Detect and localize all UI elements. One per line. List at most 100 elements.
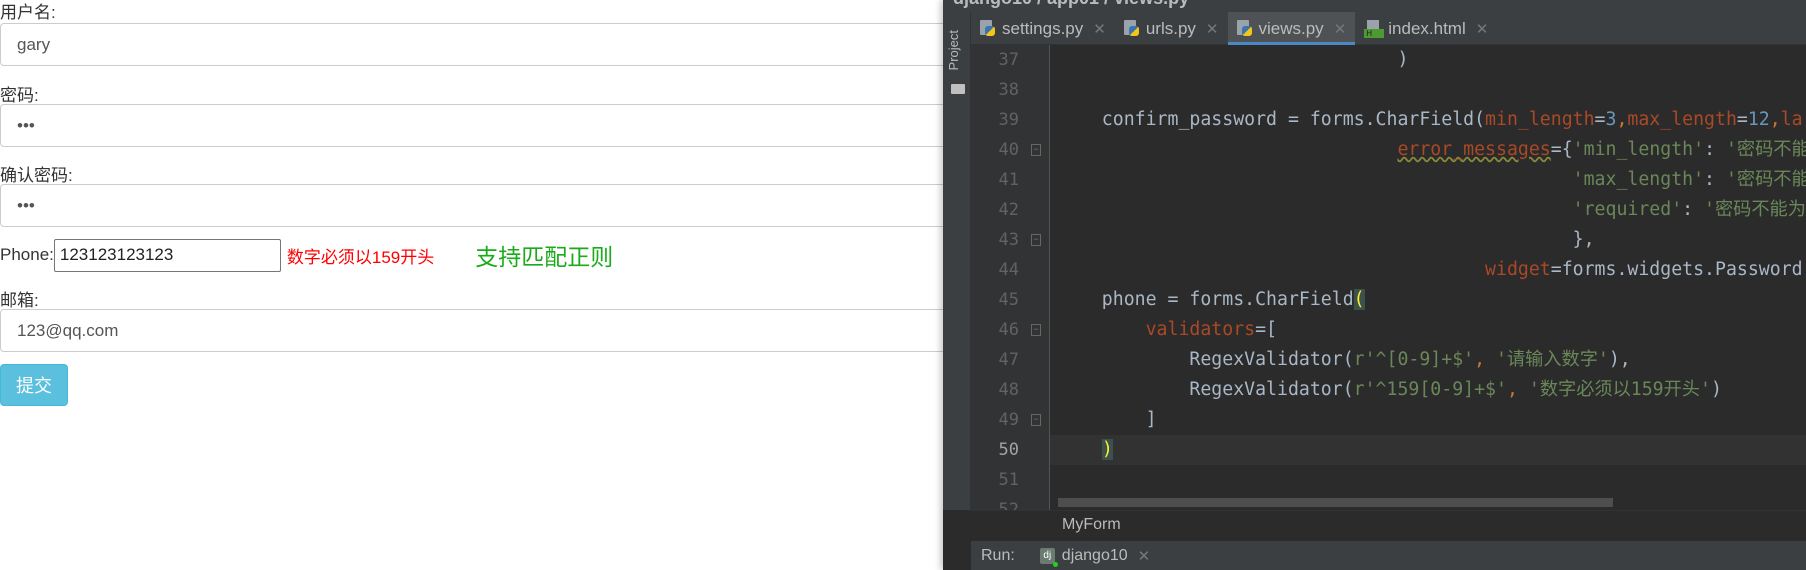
run-bar: Run: dj django10 ✕: [971, 541, 1806, 570]
line-number: 49: [998, 410, 1019, 430]
code-token: '请输入数字': [1496, 349, 1609, 370]
project-tool-button[interactable]: Project: [946, 30, 961, 70]
email-label: 邮箱:: [0, 291, 39, 310]
line-number: 42: [998, 200, 1019, 220]
close-icon[interactable]: ✕: [1093, 20, 1106, 38]
code-editor[interactable]: ) confirm_password = forms.CharField(min…: [1050, 45, 1806, 510]
tool-window-strip: Project: [943, 12, 971, 510]
line-number: 46: [998, 320, 1019, 340]
line-number: 48: [998, 380, 1019, 400]
code-token: ,: [1506, 379, 1529, 400]
username-label: 用户名:: [0, 3, 56, 22]
close-icon[interactable]: ✕: [1476, 20, 1489, 38]
phone-label: Phone:: [0, 245, 54, 264]
code-token: '密码不能: [1725, 169, 1806, 190]
code-line: validators=[: [1058, 315, 1806, 345]
fold-icon[interactable]: −: [1031, 414, 1041, 426]
django-icon: dj: [1039, 547, 1058, 567]
code-token: max_length: [1627, 109, 1737, 130]
fold-icon[interactable]: −: [1031, 144, 1041, 156]
tab-label: settings.py: [1002, 18, 1084, 38]
code-token: (: [1353, 289, 1365, 310]
close-icon[interactable]: ✕: [1206, 20, 1219, 38]
code-token: 'required': [1572, 199, 1683, 220]
code-line: RegexValidator(r'^159[0-9]+$', '数字必须以159…: [1058, 375, 1806, 405]
code-token: ,: [1474, 349, 1497, 370]
submit-button[interactable]: 提交: [0, 364, 68, 406]
run-config-tab[interactable]: django10: [1062, 547, 1128, 565]
breadcrumb: django10 / app01 / views.py: [943, 0, 1806, 12]
annotation-text: 支持匹配正则: [475, 244, 614, 270]
confirm-password-input[interactable]: •••: [0, 184, 960, 227]
code-token: =forms.widgets.Password: [1550, 259, 1803, 280]
line-number: 47: [998, 350, 1019, 370]
tab-label: index.html: [1388, 18, 1466, 38]
code-token: 3: [1605, 109, 1617, 130]
code-token: r'^159[0-9]+$': [1353, 379, 1507, 400]
code-token: ): [1101, 439, 1113, 460]
fold-icon[interactable]: −: [1031, 324, 1041, 336]
code-token: confirm_password = forms.CharField(: [1058, 109, 1486, 130]
editor-tabs: settings.py ✕ urls.py ✕ views.py ✕ index.html ✕: [971, 12, 1806, 45]
code-token: '密码不能: [1725, 139, 1806, 160]
folder-icon[interactable]: [951, 84, 965, 94]
close-icon[interactable]: ✕: [1334, 20, 1347, 38]
line-gutter: 37383940−414243−444546−474849−505152: [971, 45, 1050, 520]
code-token: ): [1710, 379, 1722, 400]
code-token: error_messages: [1397, 139, 1551, 160]
code-token: la: [1780, 109, 1803, 130]
code-token: widget: [1485, 259, 1551, 280]
horizontal-scrollbar[interactable]: [1058, 498, 1613, 507]
close-icon[interactable]: ✕: [1138, 547, 1151, 565]
code-token: validators: [1145, 319, 1256, 340]
code-token: phone = forms.CharField: [1058, 289, 1354, 310]
tab-settings-py[interactable]: settings.py ✕: [971, 12, 1115, 45]
breadcrumb-text[interactable]: django10 / app01 / views.py: [953, 0, 1189, 9]
code-token: =: [1594, 109, 1606, 130]
code-line: confirm_password = forms.CharField(min_l…: [1058, 105, 1806, 135]
line-number: 40: [998, 140, 1019, 160]
line-number: 38: [998, 80, 1019, 100]
password-input[interactable]: •••: [0, 104, 960, 147]
python-file-icon: [980, 19, 996, 38]
line-number: 39: [998, 110, 1019, 130]
tab-urls-py[interactable]: urls.py ✕: [1115, 12, 1228, 45]
confirm-password-label: 确认密码:: [0, 166, 73, 185]
fold-icon[interactable]: −: [1031, 234, 1041, 246]
code-token: 12: [1747, 109, 1770, 130]
email-input[interactable]: 123@qq.com: [0, 309, 960, 352]
structure-label[interactable]: MyForm: [1062, 516, 1121, 534]
code-line: ]: [1058, 405, 1806, 435]
phone-input[interactable]: [53, 238, 281, 272]
code-token: :: [1704, 169, 1726, 190]
line-number: 37: [998, 50, 1019, 70]
code-token: =[: [1255, 319, 1278, 340]
phone-error-message: 数字必须以159开头: [286, 247, 435, 267]
code-token: ={: [1550, 139, 1573, 160]
code-line: ): [1050, 435, 1806, 465]
code-line: RegexValidator(r'^[0-9]+$', '请输入数字'),: [1058, 345, 1806, 375]
run-label: Run:: [981, 546, 1015, 564]
browser-form-page: 用户名: gary 密码: ••• 确认密码: ••• Phone: 数字必须以…: [0, 0, 960, 570]
tab-views-py[interactable]: views.py ✕: [1227, 12, 1356, 45]
tab-label: urls.py: [1145, 18, 1196, 38]
code-token: '数字必须以159开头': [1528, 379, 1711, 400]
code-token: ]: [1058, 409, 1157, 430]
code-token: ,: [1616, 109, 1628, 130]
code-line: phone = forms.CharField(: [1058, 285, 1806, 315]
line-number: 45: [998, 290, 1019, 310]
code-token: 'max_length': [1572, 169, 1705, 190]
breadcrumb-structure-bar: MyForm: [971, 510, 1806, 541]
username-input[interactable]: gary: [0, 23, 960, 66]
line-number: 51: [998, 470, 1019, 490]
tab-index-html[interactable]: index.html ✕: [1355, 12, 1497, 45]
tab-label: views.py: [1258, 18, 1324, 38]
html-file-icon: [1364, 19, 1385, 38]
code-token: ): [1058, 49, 1409, 70]
line-number: 43: [998, 230, 1019, 250]
